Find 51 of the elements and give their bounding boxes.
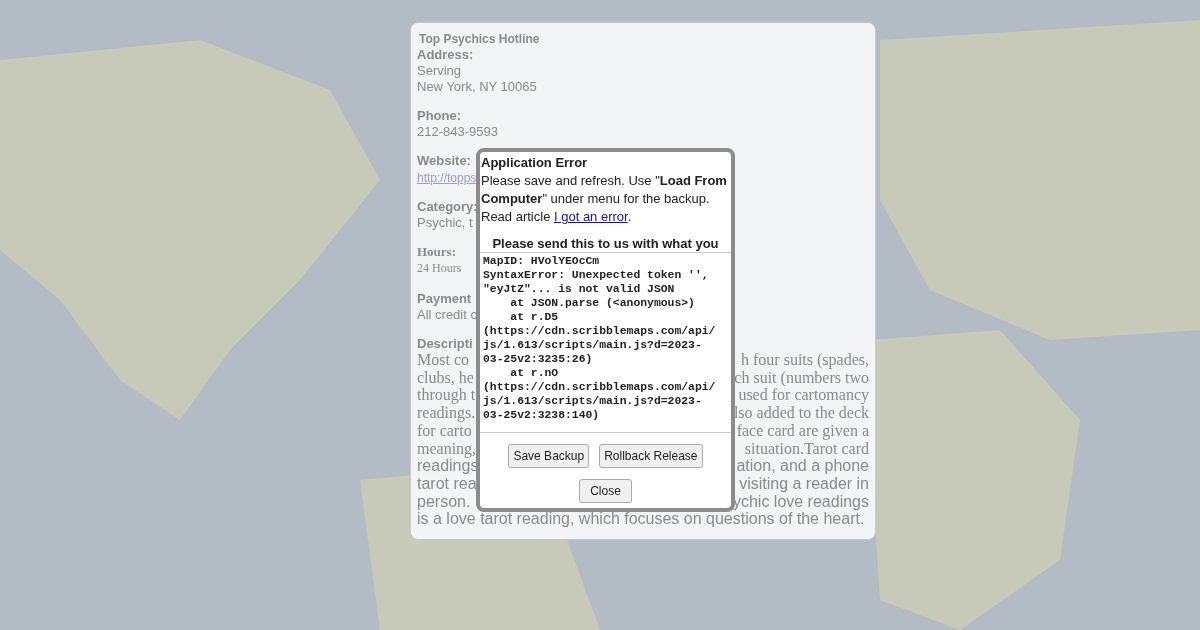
article-link[interactable]: I got an error <box>554 209 628 224</box>
description-text: situation.Tarot card <box>744 439 869 458</box>
send-instructions: Please send this to us with what you <box>492 236 719 252</box>
log-line: 03-25v2:3238:140) <box>483 408 600 422</box>
description-text: readings. <box>417 404 476 422</box>
description-text: for carto <box>417 421 472 440</box>
log-line: at JSON.parse (<anonymous>) <box>509 296 695 310</box>
field-value: 24 Hours <box>417 260 462 276</box>
description-text: is a love tarot reading, which focuses on questions of the heart. <box>417 510 865 529</box>
error-message: Please save and refresh. Use "Load From Computer" under menu for the backup. Read article I got an error. <box>481 172 728 226</box>
panel-title: Top Psychics Hotline <box>418 32 541 47</box>
log-line: 03-25v2:3235:26) <box>483 352 593 366</box>
log-line: at r.nO <box>509 366 559 380</box>
description-text: lso added to the deck <box>733 404 869 422</box>
field-label: Descripti <box>417 336 473 351</box>
description-text: tarot rea <box>417 474 477 493</box>
description-text: visiting a reader in <box>739 474 869 493</box>
field-label: Phone: <box>417 108 462 124</box>
field-value: New York, NY 10065 <box>417 79 537 95</box>
log-line: "eyJtZ"... is not valid JSON <box>483 282 675 296</box>
description-text: Most co <box>417 351 469 369</box>
description-text: person. <box>417 492 471 511</box>
field-label: Address: <box>417 47 474 63</box>
log-line: at r.D5 <box>509 310 559 324</box>
log-line: (https://cdn.scribblemaps.com/api/ <box>483 380 716 394</box>
description-text: clubs, he <box>417 368 474 387</box>
field-value: Psychic, t <box>417 215 473 231</box>
close-button[interactable]: Close <box>579 479 632 503</box>
description-text: readings <box>417 457 479 475</box>
log-line: js/1.613/scripts/main.js?d=2023- <box>483 338 702 352</box>
field-value: Serving <box>417 63 462 79</box>
description-text: meaning, <box>417 439 477 458</box>
log-line: MapID: HVolYEOcCm <box>483 254 600 268</box>
field-value: 212-843-9593 <box>417 124 498 140</box>
log-line: SyntaxError: Unexpected token '', <box>483 268 709 282</box>
description-text: ation, and a phone <box>736 457 869 475</box>
dialog-title: Application Error <box>481 154 588 172</box>
log-line: js/1.613/scripts/main.js?d=2023- <box>483 394 702 408</box>
description-text: through t <box>417 386 476 405</box>
field-label: Website: <box>417 153 471 169</box>
description-text: face card are given a <box>736 421 869 440</box>
description-text: used for cartomancy <box>738 386 869 405</box>
log-line: (https://cdn.scribblemaps.com/api/ <box>483 324 716 338</box>
field-label: Payment <box>417 291 472 307</box>
dialog-button[interactable]: Rollback Release <box>599 444 703 468</box>
description-text: ch suit (numbers two <box>734 368 869 387</box>
field-label: Category: <box>417 199 478 215</box>
dialog-button[interactable]: Save Backup <box>508 444 590 468</box>
description-text: h four suits (spades, <box>741 351 869 369</box>
field-value: All credit c <box>417 307 477 323</box>
field-label: Hours: <box>417 244 456 260</box>
